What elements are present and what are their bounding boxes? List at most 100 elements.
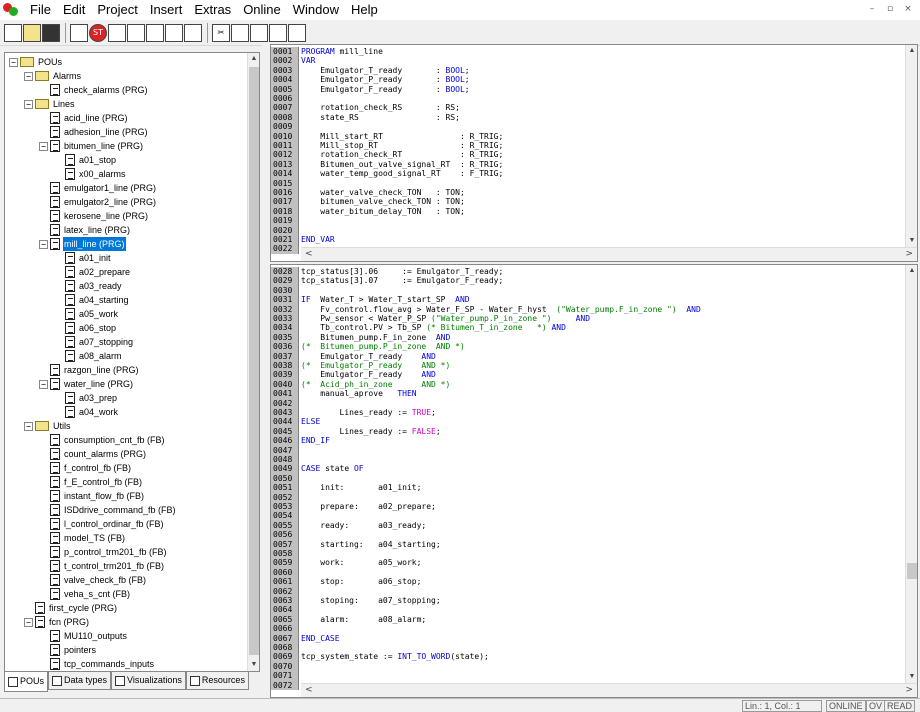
tree-item[interactable]: count_alarms (PRG) — [39, 447, 147, 461]
tree-item[interactable]: a03_prep — [54, 391, 118, 405]
code-line[interactable]: Emulgator_P_ready : BOOL; — [301, 75, 469, 84]
tree-item[interactable]: a01_stop — [54, 153, 117, 167]
scroll-thumb[interactable] — [249, 67, 259, 655]
tree-item[interactable]: − Lines — [24, 97, 76, 111]
decl-horizontal-scrollbar[interactable]: < > — [301, 247, 917, 261]
scroll-down-arrow-icon[interactable]: ▼ — [906, 235, 917, 247]
body-horizontal-scrollbar[interactable]: < > — [301, 683, 917, 697]
code-line[interactable]: rotation_check_RT : R_TRIG; — [301, 150, 503, 159]
code-line[interactable]: Lines_ready := FALSE; — [301, 427, 441, 436]
collapse-toggle-icon[interactable]: − — [39, 239, 48, 249]
collapse-toggle-icon[interactable]: − — [24, 421, 33, 431]
code-line[interactable]: Bitumen_out_valve_signal_RT : R_TRIG; — [301, 160, 503, 169]
collapse-toggle-icon[interactable]: − — [24, 617, 33, 627]
code-line[interactable]: rotation_check_RS : RS; — [301, 103, 460, 112]
code-line[interactable]: starting: a04_starting; — [301, 540, 440, 549]
code-line[interactable]: work: a05_work; — [301, 558, 421, 567]
scroll-up-arrow-icon[interactable]: ▲ — [248, 53, 259, 65]
find-icon[interactable] — [269, 23, 287, 42]
scroll-thumb[interactable] — [907, 563, 917, 579]
tree-item[interactable]: a05_work — [54, 307, 119, 321]
code-line[interactable]: (* Bitumen_pump.P_in_zone AND *) — [301, 342, 465, 351]
code-line[interactable]: tcp_status[3].06 := Emulgator_T_ready; — [301, 267, 503, 276]
code-line[interactable]: bitumen_valve_check_TON : TON; — [301, 197, 465, 206]
declaration-editor[interactable]: 0001 PROGRAM mill_line 0002 VAR 0003 Emulgat… — [270, 44, 918, 262]
code-line[interactable]: Mill_start_RT : R_TRIG; — [301, 132, 503, 141]
tab-pous[interactable]: POUs — [4, 672, 49, 692]
copy-icon[interactable] — [231, 23, 249, 42]
tree-item[interactable]: veha_s_cnt (FB) — [39, 587, 131, 601]
code-line[interactable]: (* Acid_ph_in_zone AND *) — [301, 380, 450, 389]
collapse-toggle-icon[interactable]: − — [9, 57, 18, 67]
code-line[interactable]: water_valve_check_TON : TON; — [301, 188, 465, 197]
scroll-down-arrow-icon[interactable]: ▼ — [248, 659, 259, 671]
menu-file[interactable]: File — [24, 0, 57, 20]
menu-help[interactable]: Help — [345, 0, 384, 20]
tree-item[interactable]: razgon_line (PRG) — [39, 363, 140, 377]
tree-item[interactable]: kerosene_line (PRG) — [39, 209, 149, 223]
code-line[interactable]: manual_aprove THEN — [301, 389, 416, 398]
close-icon[interactable]: × — [900, 2, 916, 16]
code-line[interactable]: END_VAR — [301, 235, 335, 244]
collapse-toggle-icon[interactable]: − — [39, 379, 48, 389]
tree-item[interactable]: f_control_fb (FB) — [39, 461, 132, 475]
tree-item[interactable]: − Utils — [24, 419, 72, 433]
tree-item[interactable]: a06_stop — [54, 321, 117, 335]
open-folder-icon[interactable] — [23, 23, 41, 42]
tree-item[interactable]: latex_line (PRG) — [39, 223, 131, 237]
scroll-left-arrow-icon[interactable]: < — [305, 249, 313, 259]
menu-insert[interactable]: Insert — [144, 0, 189, 20]
tree-item[interactable]: − water_line (PRG) — [39, 377, 134, 391]
scroll-up-arrow-icon[interactable]: ▲ — [906, 265, 917, 277]
menu-extras[interactable]: Extras — [188, 0, 237, 20]
implementation-editor[interactable]: 0028 tcp_status[3].06 := Emulgator_T_read… — [270, 264, 918, 698]
code-line[interactable]: VAR — [301, 56, 315, 65]
tree-item[interactable]: instant_flow_fb (FB) — [39, 489, 145, 503]
body-vertical-scrollbar[interactable]: ▲ ▼ — [905, 265, 917, 683]
code-line[interactable]: ELSE — [301, 417, 320, 426]
tree-item[interactable]: check_alarms (PRG) — [39, 83, 149, 97]
tree-item[interactable]: − Alarms — [24, 69, 82, 83]
menu-window[interactable]: Window — [287, 0, 345, 20]
tree-item[interactable]: p_control_trm201_fb (FB) — [39, 545, 168, 559]
scroll-up-arrow-icon[interactable]: ▲ — [906, 45, 917, 57]
breakpoint-icon[interactable] — [146, 23, 164, 42]
scroll-down-arrow-icon[interactable]: ▼ — [906, 671, 917, 683]
code-line[interactable]: water_temp_good_signal_RT : F_TRIG; — [301, 169, 503, 178]
menu-online[interactable]: Online — [237, 0, 287, 20]
collapse-toggle-icon[interactable]: − — [24, 71, 33, 81]
code-line[interactable]: Fv_control.flow_avg > Water_F_SP - Water… — [301, 305, 701, 314]
code-line[interactable]: (* Emulgator_P_ready AND *) — [301, 361, 450, 370]
new-file-icon[interactable] — [4, 23, 22, 42]
tab-visualizations[interactable]: Visualizations — [111, 672, 186, 690]
tree-item[interactable]: a07_stopping — [54, 335, 134, 349]
menu-edit[interactable]: Edit — [57, 0, 91, 20]
code-line[interactable]: tcp_system_state := INT_TO_WORD(state); — [301, 652, 489, 661]
step-over-icon[interactable] — [108, 23, 126, 42]
code-line[interactable]: tcp_status[3].07 := Emulgator_F_ready; — [301, 276, 503, 285]
tree-item[interactable]: f_E_control_fb (FB) — [39, 475, 143, 489]
code-line[interactable]: CASE state OF — [301, 464, 364, 473]
tree-item[interactable]: pointers — [39, 643, 97, 657]
tree-item[interactable]: − mill_line (PRG) — [39, 237, 126, 251]
tree-item[interactable]: ISDdrive_command_fb (FB) — [39, 503, 177, 517]
tree-item[interactable]: x00_alarms — [54, 167, 127, 181]
tab-resources[interactable]: Resources — [185, 672, 249, 690]
tree-scrollbar[interactable]: ▲ ▼ — [247, 53, 259, 671]
tree-item[interactable]: emulgator1_line (PRG) — [39, 181, 157, 195]
tree-item[interactable]: a04_starting — [54, 293, 130, 307]
code-line[interactable]: PROGRAM mill_line — [301, 47, 383, 56]
code-line[interactable]: alarm: a08_alarm; — [301, 615, 426, 624]
code-line[interactable]: Pw_sensor < Water_P_SP ("Water_pump.P_in… — [301, 314, 590, 323]
scroll-left-arrow-icon[interactable]: < — [305, 685, 313, 695]
code-line[interactable]: Mill_stop_RT : R_TRIG; — [301, 141, 503, 150]
compile-icon[interactable] — [70, 23, 88, 42]
code-line[interactable]: Tb_control.PV > Tb_SP (* Bitumen_T_in_zo… — [301, 323, 566, 332]
tree-item[interactable]: consumption_cnt_fb (FB) — [39, 433, 166, 447]
scroll-right-arrow-icon[interactable]: > — [905, 249, 913, 259]
collapse-toggle-icon[interactable]: − — [24, 99, 33, 109]
code-line[interactable]: Lines_ready := TRUE; — [301, 408, 436, 417]
tree-item[interactable]: first_cycle (PRG) — [24, 601, 118, 615]
code-line[interactable]: Emulgator_F_ready : BOOL; — [301, 85, 469, 94]
tree-item[interactable]: adhesion_line (PRG) — [39, 125, 149, 139]
